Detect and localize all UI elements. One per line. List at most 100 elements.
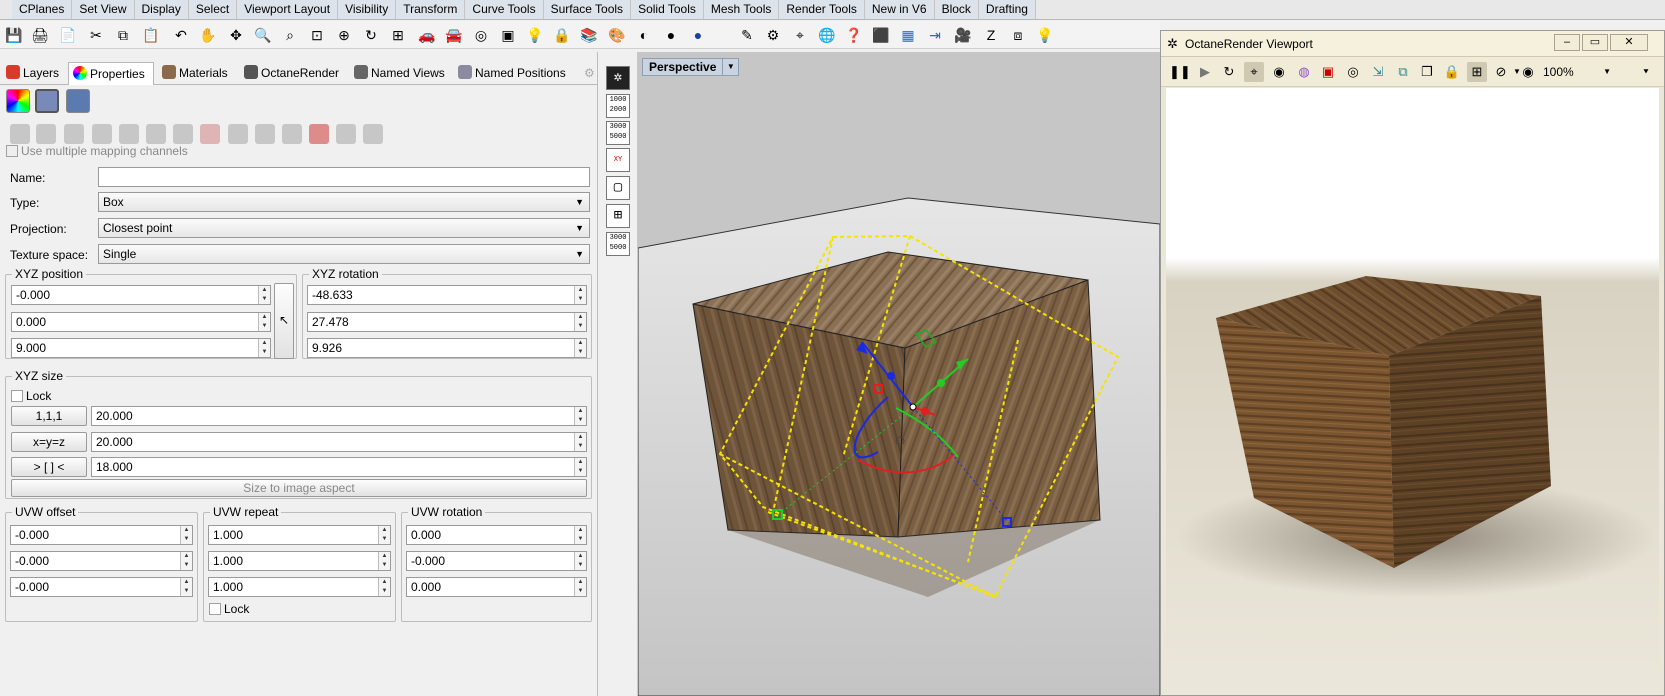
new-file-icon[interactable]: 📄: [57, 24, 79, 46]
tab-render-tools[interactable]: Render Tools: [779, 0, 865, 19]
tab-octanerender[interactable]: OctaneRender: [240, 62, 346, 85]
position-x-input[interactable]: -0.000 ▲ ▼: [11, 285, 271, 305]
play-icon[interactable]: ▶: [1195, 62, 1215, 82]
tab-named-positions[interactable]: Named Positions: [454, 62, 568, 85]
z-icon[interactable]: Z: [980, 24, 1002, 46]
position-z-input[interactable]: 9.000 ▲ ▼: [11, 338, 271, 358]
material-sphere-icon[interactable]: ◐: [633, 24, 655, 46]
spinner-icon[interactable]: ▲ ▼: [180, 552, 192, 570]
gizmo-handle[interactable]: [937, 379, 945, 387]
render-sphere-icon[interactable]: ●: [687, 24, 709, 46]
size-lock-checkbox[interactable]: Lock: [11, 389, 51, 403]
rotation-z-input[interactable]: 9.926 ▲ ▼: [307, 338, 587, 358]
offset-v-input[interactable]: -0.000 ▲ ▼: [10, 551, 193, 571]
single-view-icon[interactable]: ▢: [606, 176, 630, 200]
tab-select[interactable]: Select: [188, 0, 238, 19]
grid-icon[interactable]: ⊞: [1467, 62, 1487, 82]
camera-icon[interactable]: 🎥: [952, 24, 974, 46]
spinner-icon[interactable]: ▲ ▼: [258, 313, 270, 331]
size-1-1-1-button[interactable]: 1,1,1: [11, 406, 87, 426]
gizmo-handle[interactable]: [921, 407, 929, 415]
extrude-icon[interactable]: ⇥: [924, 24, 946, 46]
box-icon[interactable]: ▦: [897, 24, 919, 46]
light-icon[interactable]: 💡: [524, 24, 546, 46]
lock-icon[interactable]: 🔒: [551, 24, 573, 46]
close-button[interactable]: ✕: [1610, 34, 1648, 51]
paste-icon[interactable]: 📋: [140, 24, 162, 46]
spinner-icon[interactable]: ▲ ▼: [574, 339, 586, 357]
viewport-menu-arrow-icon[interactable]: ▼: [722, 59, 738, 75]
repeat-w-input[interactable]: 1.000 ▲ ▼: [208, 577, 391, 597]
zoom-icon[interactable]: 🔍: [252, 24, 274, 46]
tab-transform[interactable]: Transform: [396, 0, 466, 19]
size-z-input[interactable]: 18.000 ▲ ▼: [91, 457, 587, 477]
octane-render-output[interactable]: [1166, 88, 1659, 694]
tab-set-view[interactable]: Set View: [72, 0, 135, 19]
object-color-icon[interactable]: [6, 89, 30, 113]
perspective-viewport[interactable]: Perspective ▼: [638, 52, 1160, 696]
spinner-icon[interactable]: ▲ ▼: [574, 552, 586, 570]
globe-icon[interactable]: 🌐: [816, 24, 838, 46]
resolution-3000-5000-icon[interactable]: 3000 5000: [606, 121, 630, 145]
osnap-icon[interactable]: ⌖: [789, 24, 811, 46]
texture-space-select[interactable]: Single ▼: [98, 244, 590, 264]
octane-icon[interactable]: ✲: [606, 66, 630, 90]
size-to-image-aspect-button[interactable]: Size to image aspect: [11, 479, 587, 497]
quad-view-icon[interactable]: ⊞: [606, 204, 630, 228]
object-data-icon[interactable]: [66, 89, 90, 113]
spinner-icon[interactable]: ▲ ▼: [378, 526, 390, 544]
panel-settings-icon[interactable]: ⚙: [580, 62, 596, 85]
print-icon[interactable]: 🖨: [29, 24, 51, 46]
shaded-sphere-icon[interactable]: ●: [660, 24, 682, 46]
spinner-icon[interactable]: ▲ ▼: [258, 339, 270, 357]
pencil-icon[interactable]: ✎: [736, 24, 758, 46]
copy-icon[interactable]: ❐: [1417, 62, 1437, 82]
spinner-icon[interactable]: ▲ ▼: [574, 526, 586, 544]
tab-curve-tools[interactable]: Curve Tools: [465, 0, 544, 19]
xy-icon[interactable]: XY: [606, 148, 630, 172]
spinner-icon[interactable]: ▲ ▼: [378, 552, 390, 570]
rotation-y-input[interactable]: 27.478 ▲ ▼: [307, 312, 587, 332]
zoom-extents-icon[interactable]: ⊕: [333, 24, 355, 46]
tab-surface-tools[interactable]: Surface Tools: [543, 0, 632, 19]
cube-icon[interactable]: ⬛: [870, 24, 892, 46]
uvw-rotation-v-input[interactable]: -0.000 ▲ ▼: [406, 551, 587, 571]
orbit-icon[interactable]: ↻: [360, 24, 382, 46]
tab-visibility[interactable]: Visibility: [338, 0, 397, 19]
save-icon[interactable]: 💾: [3, 24, 25, 46]
car-icon[interactable]: 🚗: [416, 24, 438, 46]
color-picker-icon[interactable]: ◍: [1294, 62, 1314, 82]
viewport-label[interactable]: Perspective ▼: [642, 58, 740, 76]
help-icon[interactable]: ❓: [843, 24, 865, 46]
zoom-select[interactable]: 100% ▼: [1539, 63, 1629, 81]
tab-layers[interactable]: Layers: [2, 62, 66, 85]
spinner-icon[interactable]: ▲ ▼: [574, 433, 586, 451]
tab-properties[interactable]: Properties: [68, 62, 154, 85]
spinner-icon[interactable]: ▲ ▼: [180, 578, 192, 596]
spinner-icon[interactable]: ▲ ▼: [378, 578, 390, 596]
layer-icon[interactable]: ▣: [497, 24, 519, 46]
size-y-input[interactable]: 20.000 ▲ ▼: [91, 432, 587, 452]
tab-block[interactable]: Block: [934, 0, 979, 19]
restart-icon[interactable]: ↻: [1219, 62, 1239, 82]
name-field[interactable]: [98, 167, 590, 187]
rotation-x-input[interactable]: -48.633 ▲ ▼: [307, 285, 587, 305]
pause-icon[interactable]: ❚❚: [1169, 62, 1191, 82]
spinner-icon[interactable]: ▲ ▼: [574, 458, 586, 476]
layers-icon[interactable]: 📚: [578, 24, 600, 46]
maximize-button[interactable]: ▭: [1582, 34, 1608, 51]
offset-u-input[interactable]: -0.000 ▲ ▼: [10, 525, 193, 545]
gizmo-center[interactable]: [909, 403, 917, 411]
spinner-icon[interactable]: ▲ ▼: [180, 526, 192, 544]
tab-viewport-layout[interactable]: Viewport Layout: [237, 0, 339, 19]
spinner-icon[interactable]: ▲ ▼: [258, 286, 270, 304]
minimize-button[interactable]: –: [1554, 34, 1580, 51]
region-icon[interactable]: ▣: [1318, 62, 1338, 82]
color-wheel-icon[interactable]: 🎨: [606, 24, 628, 46]
resolution-1000-2000-icon[interactable]: 1000 2000: [606, 94, 630, 118]
rotate-view-icon[interactable]: ✥: [225, 24, 247, 46]
gear-icon[interactable]: ⚙: [762, 24, 784, 46]
repeat-u-input[interactable]: 1.000 ▲ ▼: [208, 525, 391, 545]
pan-hand-icon[interactable]: ✋: [197, 24, 219, 46]
position-y-input[interactable]: 0.000 ▲ ▼: [11, 312, 271, 332]
